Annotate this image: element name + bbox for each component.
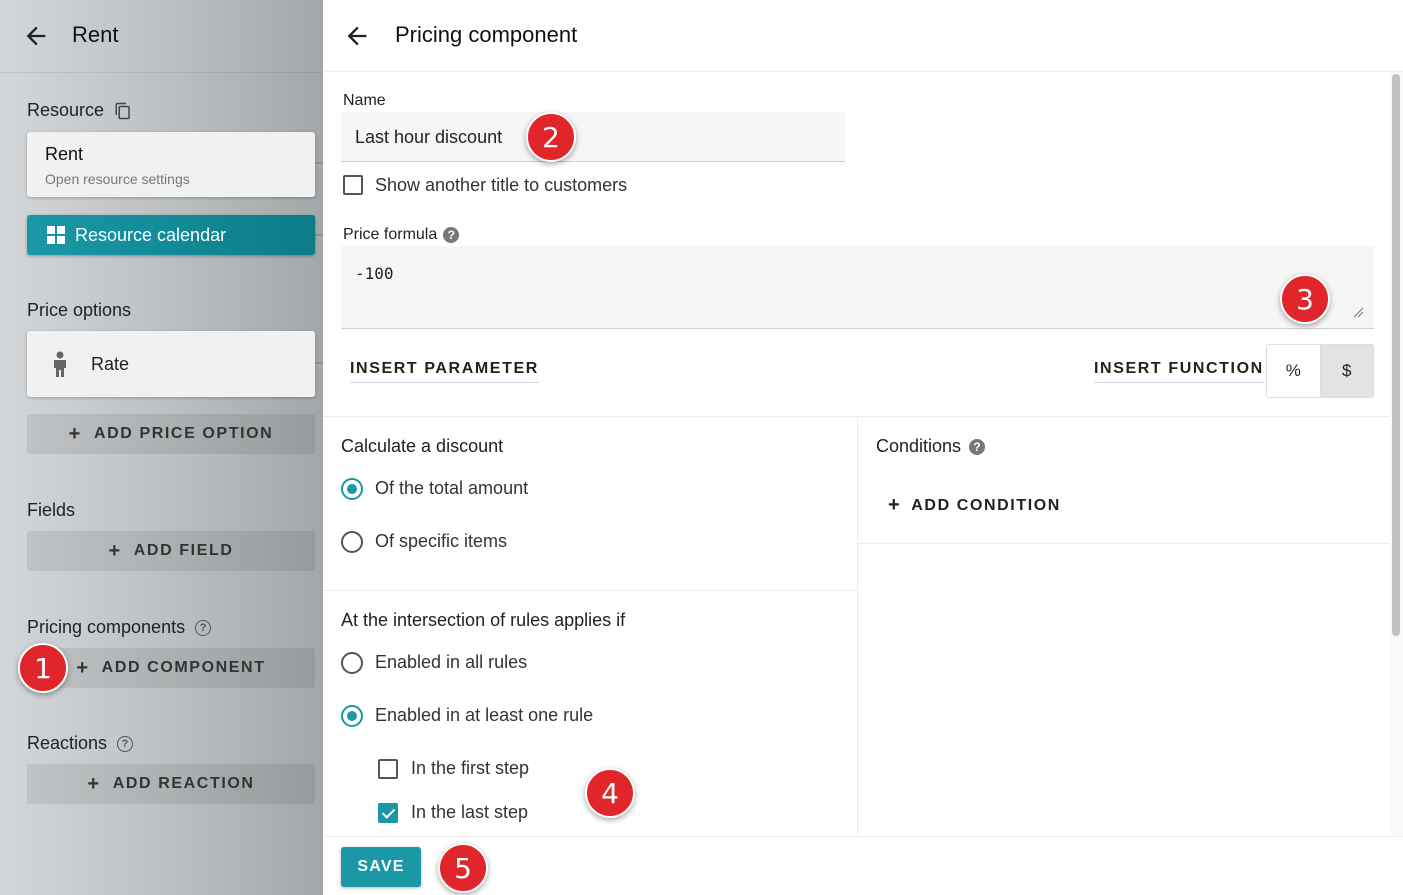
last-step-label: In the last step (411, 802, 529, 822)
help-icon[interactable]: ? (195, 619, 212, 636)
reactions-section-label: Reactions ? (27, 733, 134, 754)
conditions-title: Conditions (876, 436, 962, 456)
last-step-checkbox[interactable] (378, 803, 398, 823)
column-divider (857, 416, 858, 836)
annotation-badge-5: 5 (438, 843, 488, 893)
person-icon (54, 351, 66, 377)
formula-textarea[interactable]: -100 (341, 246, 1374, 329)
divider (858, 543, 1390, 544)
insert-parameter-button[interactable]: INSERT PARAMETER (350, 360, 539, 383)
page-title: Pricing component (395, 22, 578, 47)
add-condition-label: ADD CONDITION (911, 496, 1061, 514)
resource-card-subtitle: Open resource settings (45, 171, 190, 187)
annotation-badge-1: 1 (18, 643, 68, 693)
rate-card-label: Rate (91, 353, 130, 374)
insert-function-button[interactable]: INSERT FUNCTION (1094, 360, 1264, 383)
resize-handle-icon[interactable] (1352, 306, 1364, 318)
resource-calendar-button[interactable]: Resource calendar (27, 215, 315, 255)
radio-all-rules-label: Enabled in all rules (375, 652, 528, 672)
discount-title: Calculate a discount (341, 436, 504, 456)
connector-line (315, 234, 323, 236)
resource-section-label: Resource (27, 100, 132, 121)
percent-toggle[interactable]: % (1267, 345, 1320, 397)
first-step-label: In the first step (411, 758, 530, 778)
radio-one-rule-label: Enabled in at least one rule (375, 705, 594, 725)
formula-value: -100 (355, 264, 394, 283)
connector-line (315, 362, 323, 364)
add-condition-button[interactable]: + ADD CONDITION (888, 494, 1061, 517)
sidebar-title: Rent (72, 22, 119, 47)
name-input[interactable]: Last hour discount (341, 112, 845, 162)
formula-label: Price formula (343, 226, 438, 243)
plus-icon: + (76, 656, 90, 679)
sidebar: Rent Resource Rent Open resource setting… (0, 0, 323, 895)
plus-icon: + (888, 494, 902, 516)
plus-icon: + (108, 539, 122, 562)
add-field-label: ADD FIELD (133, 542, 234, 559)
help-icon[interactable]: ? (969, 438, 986, 455)
copy-icon[interactable] (114, 102, 132, 120)
first-step-checkbox[interactable] (378, 759, 398, 779)
resource-card[interactable]: Rent Open resource settings (27, 132, 315, 197)
connector-line (315, 162, 323, 164)
annotation-badge-3: 3 (1280, 274, 1330, 324)
add-component-label: ADD COMPONENT (101, 659, 266, 676)
name-label: Name (343, 92, 386, 109)
grid-icon (47, 226, 65, 244)
radio-one-rule[interactable] (341, 705, 363, 727)
plus-icon: + (87, 772, 101, 795)
pricing-components-section-label: Pricing components ? (27, 617, 212, 638)
resource-label: Resource (27, 100, 105, 120)
radio-total-amount-label: Of the total amount (375, 478, 529, 498)
back-arrow-icon[interactable] (22, 22, 50, 50)
radio-specific-items-label: Of specific items (375, 531, 508, 551)
help-icon[interactable]: ? (117, 735, 134, 752)
sidebar-header: Rent (0, 0, 323, 72)
annotation-badge-2: 2 (526, 112, 576, 162)
add-reaction-label: ADD REACTION (112, 775, 255, 792)
dollar-toggle[interactable]: $ (1319, 345, 1373, 397)
formula-label-row: Price formula ? (343, 226, 460, 244)
reactions-label: Reactions (27, 733, 108, 753)
resource-calendar-label: Resource calendar (75, 224, 227, 245)
unit-toggle: % $ (1266, 344, 1374, 398)
radio-total-amount[interactable] (341, 478, 363, 500)
add-price-option-label: ADD PRICE OPTION (93, 425, 274, 442)
resource-card-title: Rent (45, 144, 84, 164)
fields-label: Fields (27, 500, 76, 520)
intersection-title: At the intersection of rules applies if (341, 610, 626, 630)
back-arrow-icon[interactable] (343, 22, 371, 50)
add-reaction-button[interactable]: + ADD REACTION (27, 764, 315, 804)
help-icon[interactable]: ? (443, 227, 460, 243)
save-button[interactable]: SAVE (341, 847, 421, 887)
show-title-checkbox[interactable] (343, 175, 363, 195)
conditions-title-row: Conditions ? (876, 436, 986, 457)
plus-icon: + (68, 422, 82, 445)
show-title-label: Show another title to customers (375, 175, 628, 195)
add-field-button[interactable]: + ADD FIELD (27, 531, 315, 571)
pricing-components-label: Pricing components (27, 617, 186, 637)
main-panel: Pricing component Name Last hour discoun… (323, 0, 1403, 895)
main-header: Pricing component (323, 0, 1403, 72)
rate-card[interactable]: Rate (27, 331, 315, 397)
sidebar-divider (0, 72, 323, 73)
annotation-badge-4: 4 (585, 768, 635, 818)
add-component-button[interactable]: + ADD COMPONENT (27, 648, 315, 688)
add-price-option-button[interactable]: + ADD PRICE OPTION (27, 414, 315, 454)
scrollbar-thumb[interactable] (1392, 74, 1400, 636)
divider (323, 590, 857, 591)
radio-all-rules[interactable] (341, 652, 363, 674)
price-options-label: Price options (27, 300, 132, 320)
radio-specific-items[interactable] (341, 531, 363, 553)
